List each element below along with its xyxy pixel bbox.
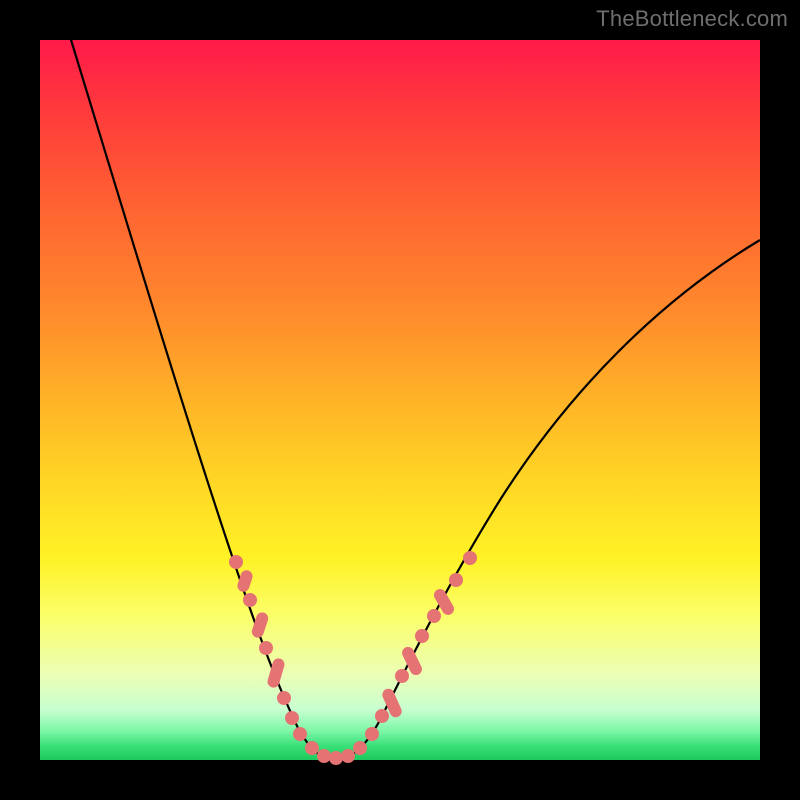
curve-markers xyxy=(229,551,477,765)
watermark-text: TheBottleneck.com xyxy=(596,6,788,32)
curve-svg xyxy=(40,40,760,760)
plot-area xyxy=(40,40,760,760)
chart-frame: TheBottleneck.com xyxy=(0,0,800,800)
bottleneck-curve xyxy=(68,30,760,760)
